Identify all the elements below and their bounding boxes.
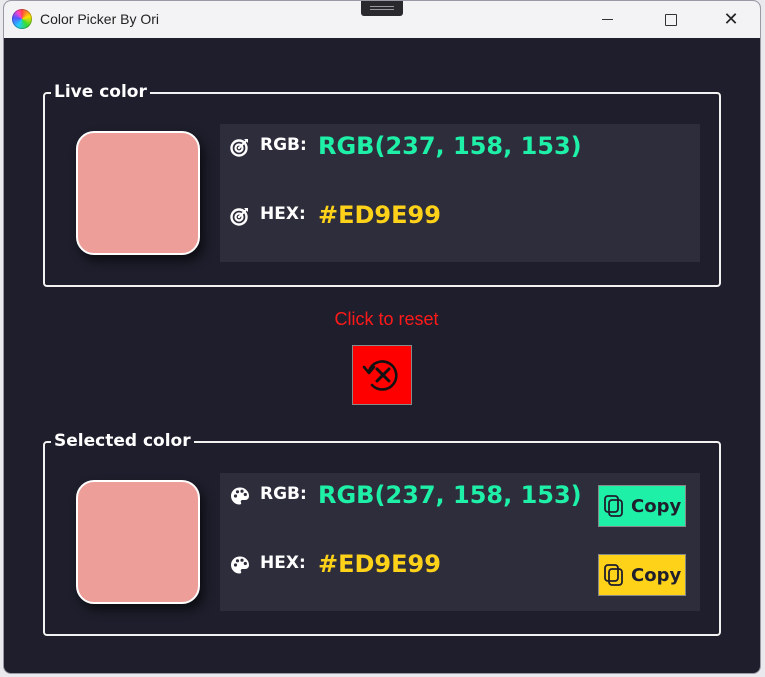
live-rgb-value: RGB(237, 158, 153) [318, 132, 582, 160]
copy-rgb-button[interactable]: Copy [598, 485, 686, 527]
copy-icon [604, 564, 623, 586]
close-button[interactable]: ✕ [702, 1, 760, 38]
copy-hex-button[interactable]: Copy [598, 554, 686, 596]
selected-hex-value: #ED9E99 [318, 550, 441, 578]
maximize-button[interactable] [642, 1, 700, 38]
reset-label: Click to reset [334, 309, 439, 329]
reset-button[interactable] [352, 345, 412, 405]
live-color-legend: Live color [51, 82, 150, 102]
app-window: Color Picker By Ori ✕ Live color RGB: RG… [3, 0, 761, 674]
live-color-group: Live color RGB: RGB(237, 158, 153) HEX: … [43, 82, 721, 287]
window-title: Color Picker By Ori [40, 11, 160, 27]
selected-color-group: Selected color RGB: RGB(237, 158, 153) C… [43, 431, 721, 636]
selected-rgb-value: RGB(237, 158, 153) [318, 481, 582, 509]
minimize-icon [601, 19, 613, 20]
palette-icon [231, 556, 249, 574]
copy-hex-label: Copy [631, 564, 682, 586]
live-rgb-label: RGB: [260, 135, 307, 155]
live-hex-value: #ED9E99 [318, 201, 441, 229]
minimize-button[interactable] [578, 1, 636, 38]
target-icon [230, 139, 248, 157]
live-color-info-panel: RGB: RGB(237, 158, 153) HEX: #ED9E99 [220, 124, 700, 262]
live-hex-label: HEX: [260, 204, 306, 224]
reset-icon [362, 360, 398, 391]
selected-color-info-panel: RGB: RGB(237, 158, 153) Copy HEX: #ED9E9… [220, 473, 700, 611]
selected-color-legend: Selected color [51, 431, 194, 451]
selected-rgb-label: RGB: [260, 484, 307, 504]
drag-handle[interactable] [361, 1, 403, 16]
title-bar[interactable]: Color Picker By Ori ✕ [4, 1, 760, 38]
palette-icon [231, 487, 249, 505]
live-color-swatch [76, 131, 200, 255]
selected-hex-label: HEX: [260, 553, 306, 573]
copy-icon [604, 495, 623, 517]
copy-rgb-label: Copy [631, 495, 682, 517]
target-icon [230, 208, 248, 226]
color-wheel-icon [12, 9, 32, 29]
selected-color-swatch [76, 480, 200, 604]
close-icon: ✕ [723, 8, 739, 30]
maximize-icon [665, 13, 677, 26]
